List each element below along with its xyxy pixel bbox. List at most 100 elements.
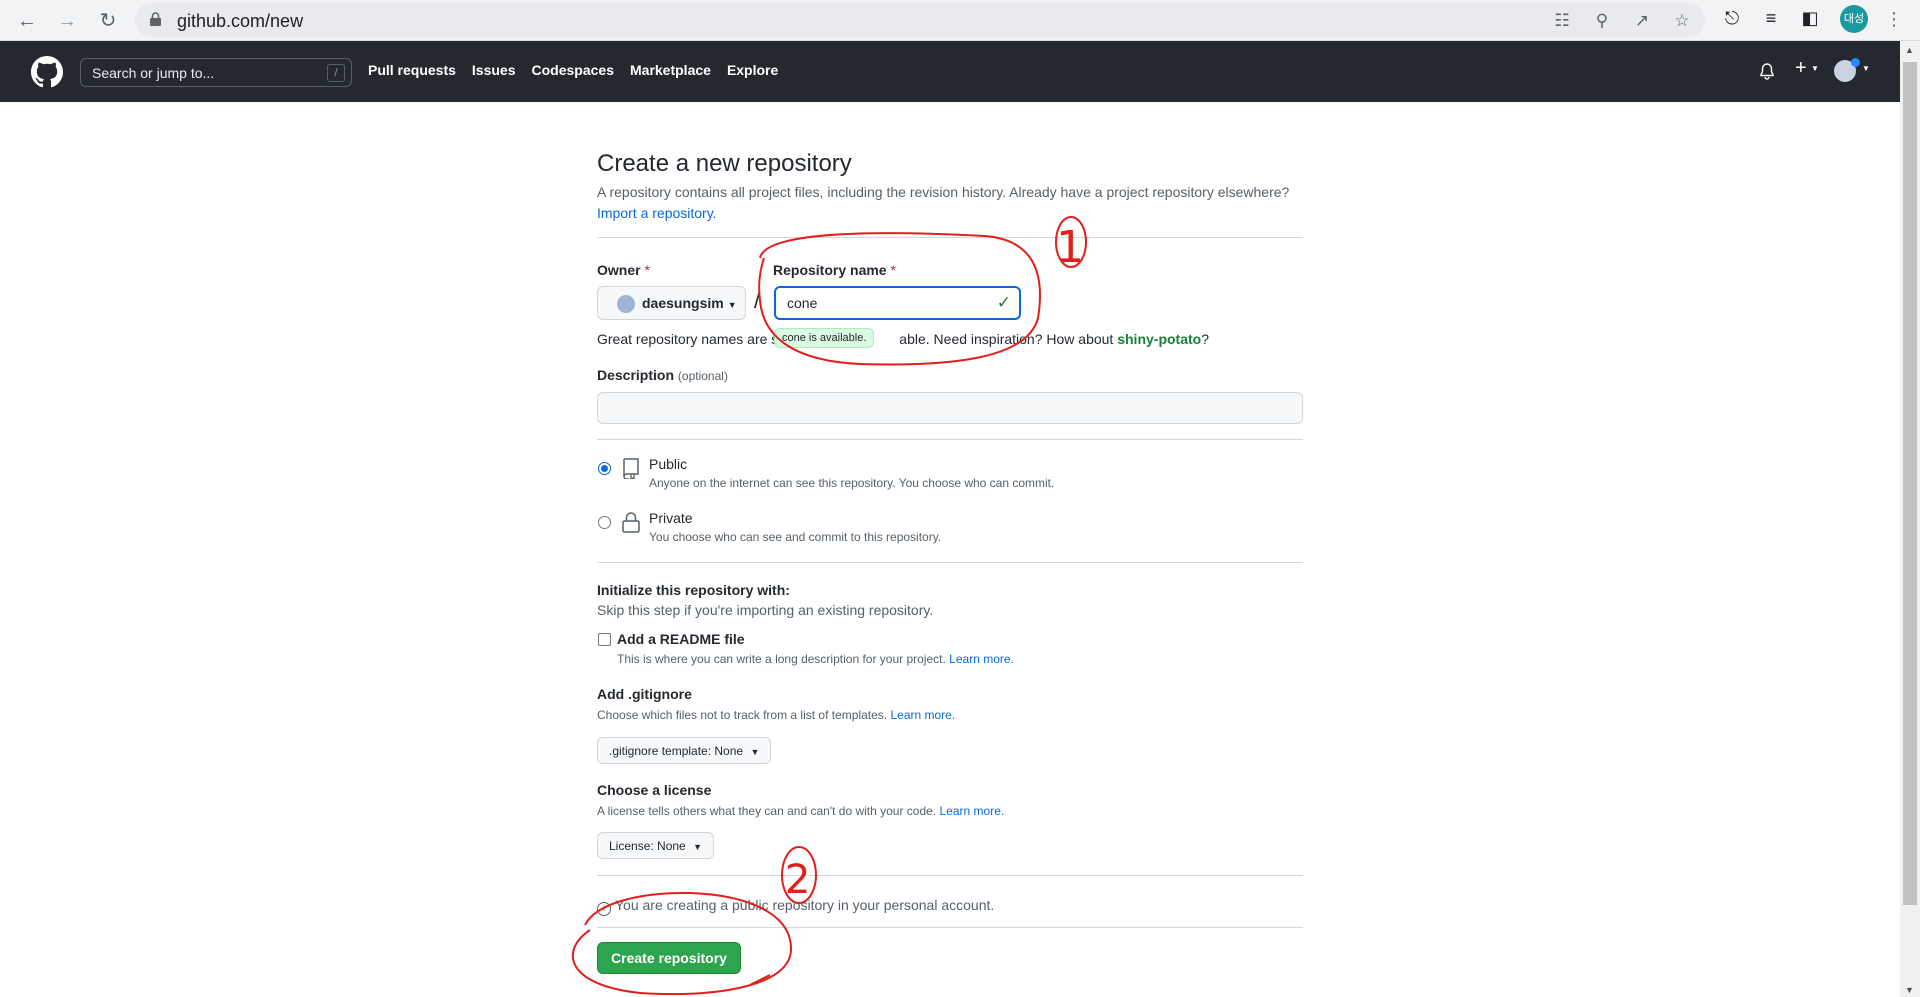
notification-dot-icon: [1851, 58, 1860, 67]
divider: [597, 439, 1303, 440]
info-text: You are creating a public repository in …: [615, 897, 995, 913]
owner-value: daesungsim: [642, 295, 724, 311]
required-mark: *: [644, 262, 650, 278]
caret-down-icon: ▼: [750, 747, 760, 757]
gitignore-learn-more-link[interactable]: Learn more.: [890, 708, 955, 722]
init-title: Initialize this repository with:: [597, 582, 790, 598]
gitignore-title: Add .gitignore: [597, 686, 692, 702]
readme-learn-more-link[interactable]: Learn more.: [949, 652, 1014, 666]
owner-name: daesungsim ▼: [642, 295, 737, 311]
bookmark-star-icon[interactable]: ☆: [1671, 10, 1693, 32]
suggestion-link[interactable]: shiny-potato: [1117, 331, 1201, 347]
forward-arrow-icon[interactable]: →: [52, 6, 82, 36]
nav-explore[interactable]: Explore: [727, 62, 778, 78]
search-box[interactable]: /: [80, 58, 352, 87]
reading-list-icon[interactable]: ≡: [1759, 6, 1783, 30]
extensions-icon[interactable]: ⎋: [1720, 6, 1744, 30]
back-arrow-icon[interactable]: ←: [12, 6, 42, 36]
bell-icon[interactable]: [1759, 63, 1775, 80]
readme-label[interactable]: Add a README file: [617, 631, 745, 647]
page-subtitle: A repository contains all project files,…: [597, 182, 1303, 224]
import-repository-link[interactable]: Import a repository.: [597, 205, 717, 221]
description-field[interactable]: [597, 392, 1303, 424]
nav-marketplace[interactable]: Marketplace: [630, 62, 711, 78]
divider: [597, 562, 1303, 563]
profile-avatar[interactable]: 대성: [1840, 5, 1868, 33]
caret-down-icon: ▼: [693, 842, 702, 852]
url-text: github.com/new: [177, 11, 304, 31]
readme-checkbox[interactable]: [598, 633, 611, 646]
license-select-button[interactable]: License: None ▼: [597, 832, 714, 859]
search-input[interactable]: [81, 59, 351, 86]
repo-name-label: Repository name *: [773, 262, 896, 278]
owner-avatar: [617, 295, 635, 313]
side-panel-icon[interactable]: ◧: [1798, 6, 1822, 30]
nav-codespaces[interactable]: Codespaces: [532, 62, 614, 78]
owner-repo-separator: /: [754, 288, 761, 313]
annotation-number-1-ring: [1055, 216, 1087, 268]
divider: [597, 237, 1303, 238]
owner-select-button[interactable]: daesungsim ▼: [597, 286, 746, 320]
license-select-label: License: None: [609, 839, 686, 853]
readme-desc-text: This is where you can write a long descr…: [617, 652, 946, 666]
description-label-text: Description: [597, 367, 675, 383]
nav-pull-requests[interactable]: Pull requests: [368, 62, 456, 78]
scroll-thumb[interactable]: [1903, 62, 1917, 905]
repo-name-input[interactable]: [776, 288, 1019, 318]
address-bar[interactable]: github.com/new ☷ ⚲ ↗ ☆: [135, 3, 1705, 37]
repo-name-field[interactable]: ✓: [774, 286, 1021, 320]
plus-icon[interactable]: +: [1795, 57, 1807, 80]
browser-toolbar: ← → ↻ github.com/new ☷ ⚲ ↗ ☆ ⎋ ≡ ◧ 대성 ⋮: [0, 0, 1920, 41]
gitignore-desc-text: Choose which files not to track from a l…: [597, 708, 888, 722]
license-learn-more-link[interactable]: Learn more.: [940, 804, 1005, 818]
repo-icon: [623, 458, 639, 479]
lock-icon: [622, 512, 640, 533]
license-title: Choose a license: [597, 782, 712, 798]
reload-icon[interactable]: ↻: [93, 6, 123, 36]
license-desc: A license tells others what they can and…: [597, 804, 1004, 818]
more-menu-icon[interactable]: ⋮: [1884, 5, 1904, 33]
public-desc: Anyone on the internet can see this repo…: [649, 476, 1055, 490]
hint-suffix: ?: [1201, 331, 1210, 347]
description-label: Description (optional): [597, 367, 728, 383]
hint-prefix: Great repository names are s: [597, 331, 779, 347]
annotation-number-1: 1: [1056, 222, 1084, 273]
scroll-up-arrow-icon[interactable]: ▲: [1905, 45, 1914, 55]
annotation-tick-2: [749, 974, 771, 986]
create-repository-button[interactable]: Create repository: [597, 942, 741, 974]
license-desc-text: A license tells others what they can and…: [597, 804, 937, 818]
private-title: Private: [649, 510, 693, 526]
description-input[interactable]: [598, 393, 1302, 423]
caret-down-icon: ▼: [727, 300, 737, 310]
slash-shortcut-key: /: [327, 64, 345, 82]
repo-name-label-text: Repository name: [773, 262, 887, 278]
repo-name-hint: Great repository names are s able. Need i…: [597, 331, 1209, 347]
optional-tag: (optional): [677, 369, 728, 383]
page-scrollbar[interactable]: ▲ ▼: [1900, 41, 1920, 997]
nav-issues[interactable]: Issues: [472, 62, 516, 78]
chevron-down-icon[interactable]: ▼: [1811, 64, 1819, 73]
gitignore-select-button[interactable]: .gitignore template: None ▼: [597, 737, 772, 764]
readme-desc: This is where you can write a long descr…: [617, 652, 1014, 666]
info-icon: i: [597, 902, 611, 916]
avatar-chevron-down-icon[interactable]: ▼: [1862, 64, 1870, 73]
private-desc: You choose who can see and commit to thi…: [649, 530, 942, 544]
availability-tooltip: cone is available.: [774, 328, 875, 348]
private-radio[interactable]: [598, 516, 611, 529]
github-logo-icon[interactable]: [31, 56, 63, 88]
page-title: Create a new repository: [597, 150, 852, 177]
gitignore-select-label: .gitignore template: None: [609, 744, 744, 758]
divider: [597, 927, 1303, 928]
zoom-icon[interactable]: ⚲: [1591, 10, 1613, 32]
hint-middle: able. Need inspiration? How about: [899, 331, 1118, 347]
share-icon[interactable]: ↗: [1631, 10, 1653, 32]
scroll-down-arrow-icon[interactable]: ▼: [1905, 985, 1914, 995]
translate-icon[interactable]: ☷: [1551, 10, 1573, 32]
public-title: Public: [649, 456, 688, 472]
owner-label: Owner *: [597, 262, 650, 278]
lock-icon: [150, 12, 161, 26]
top-nav: Pull requests Issues Codespaces Marketpl…: [368, 62, 794, 78]
owner-label-text: Owner: [597, 262, 641, 278]
github-header: / Pull requests Issues Codespaces Market…: [0, 41, 1900, 102]
public-radio[interactable]: [598, 462, 611, 475]
